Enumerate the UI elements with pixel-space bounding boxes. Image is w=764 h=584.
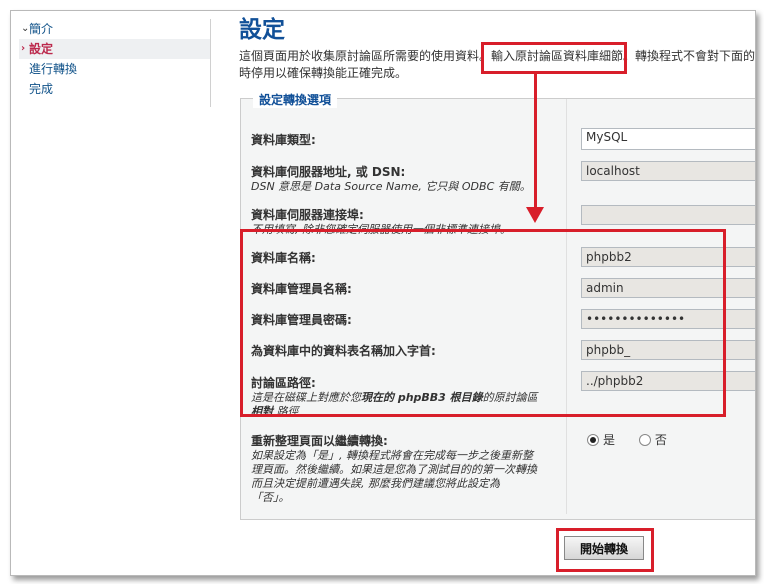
radio-unchecked-icon [638, 433, 651, 446]
nav-label-settings: 設定 [29, 42, 54, 56]
installer-window: ⌄ 簡介 › 設定 進行轉換 完成 設定 這個頁面用於收集原討論區所需要的使用資… [10, 10, 756, 576]
db-port-input[interactable] [581, 205, 755, 225]
main-content: 設定 這個頁面用於收集原討論區所需要的使用資料。輸入原討論區資料庫細節。轉換程式… [239, 15, 755, 80]
db-host-explain: DSN 意思是 Data Source Name, 它只與 ODBC 有關。 [251, 180, 531, 193]
nav-divider [210, 19, 211, 107]
nav-item-finish[interactable]: 完成 [19, 79, 211, 99]
refresh-yes-label: 是 [603, 433, 616, 447]
refresh-no-radio[interactable]: 否 [638, 431, 667, 448]
highlight-intro-box [481, 42, 627, 74]
nav-label-intro: 簡介 [29, 22, 54, 36]
refresh-label: 重新整理頁面以繼續轉換: [251, 434, 388, 448]
refresh-explain-1: 如果設定為「是」, 轉換程式將會在完成每一步之後重新整 [251, 449, 533, 462]
highlight-fields-box [240, 229, 726, 417]
sidebar-nav: ⌄ 簡介 › 設定 進行轉換 完成 [19, 19, 211, 99]
db-host-label: 資料庫伺服器地址, 或 DSN: [251, 165, 406, 179]
nav-label-finish: 完成 [29, 82, 54, 96]
radio-checked-icon [587, 433, 599, 446]
arrow-down-icon [526, 207, 544, 223]
refresh-yes-radio[interactable]: 是 [587, 431, 615, 448]
db-type-label: 資料庫類型: [251, 133, 316, 147]
fieldset-legend: 設定轉換選項 [253, 91, 338, 108]
nav-item-convert[interactable]: 進行轉換 [19, 59, 211, 79]
db-type-select[interactable]: MySQL [581, 128, 755, 150]
chevron-down-icon: ⌄ [21, 23, 30, 34]
nav-item-intro[interactable]: ⌄ 簡介 [19, 19, 211, 39]
nav-label-convert: 進行轉換 [29, 62, 78, 76]
annotation-arrow-line [534, 71, 537, 207]
refresh-explain-4: 「否」。 [251, 491, 290, 504]
nav-item-settings[interactable]: › 設定 [19, 39, 211, 59]
refresh-explain-2: 理頁面。然後繼續。如果這是您為了測試目的的第一次轉換 [251, 463, 537, 476]
refresh-no-label: 否 [654, 433, 667, 447]
chevron-right-icon: › [21, 43, 26, 54]
refresh-explain-3: 而且決定提前遭遇失誤, 那麼我們建議您將此設定為 [251, 477, 500, 490]
db-host-input[interactable] [581, 161, 755, 181]
start-convert-button[interactable]: 開始轉換 [564, 536, 644, 560]
db-port-label: 資料庫伺服器連接埠: [251, 208, 364, 222]
page-title: 設定 [239, 17, 285, 43]
submit-highlight: 開始轉換 [556, 528, 654, 572]
refresh-explain: 如果設定為「是」, 轉換程式將會在完成每一步之後重新整 理頁面。然後繼續。如果這… [251, 449, 561, 505]
